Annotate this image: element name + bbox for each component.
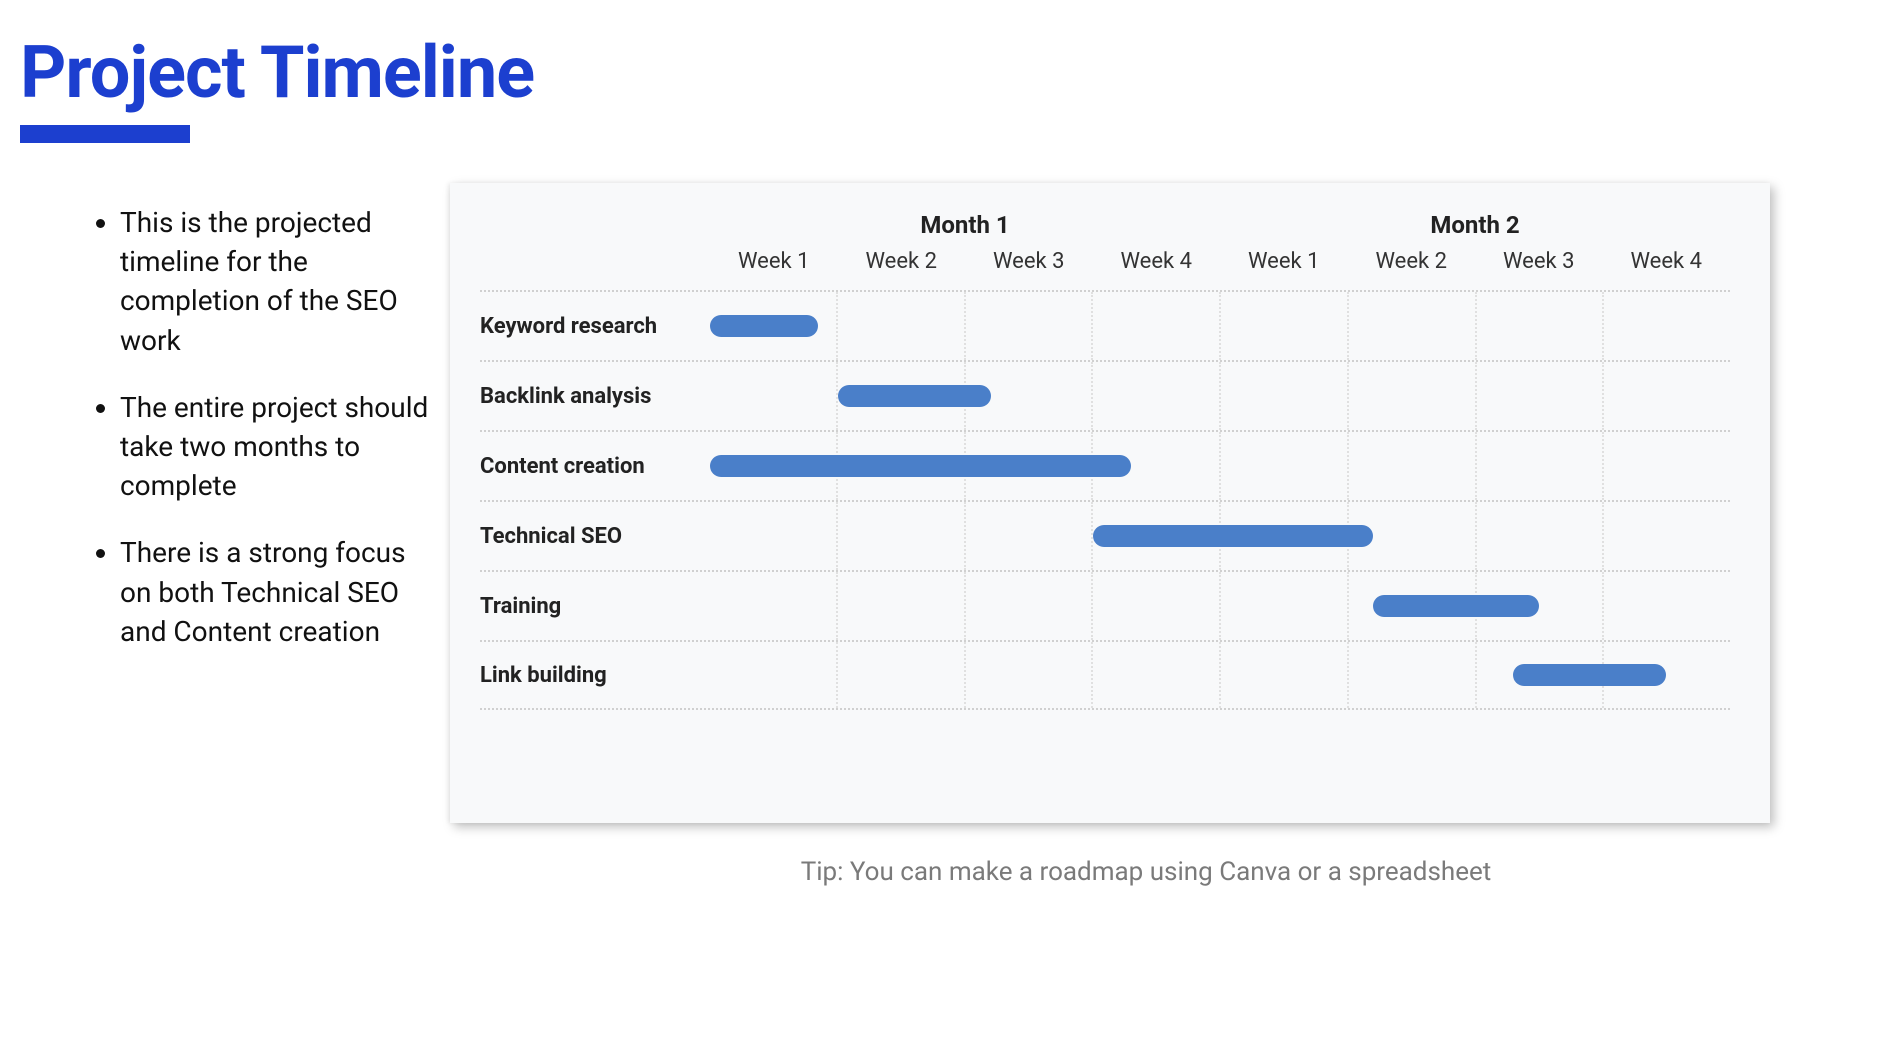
week-slot (1475, 502, 1603, 570)
content-row: This is the projected timeline for the c… (20, 183, 1842, 887)
week-slot (710, 642, 836, 708)
bullet-item: There is a strong focus on both Technica… (120, 533, 430, 651)
gantt-bar (710, 315, 818, 337)
gantt-body: Keyword research Backlink analysis Content… (480, 290, 1730, 710)
gantt-row: Training (480, 570, 1730, 640)
week-slot (836, 642, 964, 708)
gantt-row: Keyword research (480, 290, 1730, 360)
bar-area (710, 572, 1730, 640)
week-label: Week 1 (710, 249, 838, 284)
gantt-row: Link building (480, 640, 1730, 710)
month-label: Month 1 (710, 211, 1220, 249)
bar-area (710, 362, 1730, 430)
month-label: Month 2 (1220, 211, 1730, 249)
week-slot (836, 572, 964, 640)
week-slot (1219, 292, 1347, 360)
week-label: Week 1 (1220, 249, 1348, 284)
gantt-header-months: Month 1Week 1Week 2Week 3Week 4Month 2We… (710, 211, 1730, 284)
week-row: Week 1Week 2Week 3Week 4 (710, 249, 1220, 284)
week-slot (1602, 292, 1730, 360)
week-slot (1091, 292, 1219, 360)
week-slot (964, 642, 1092, 708)
week-label: Week 3 (1475, 249, 1603, 284)
week-slot (1475, 362, 1603, 430)
week-slot (964, 502, 1092, 570)
task-label: Training (480, 594, 710, 619)
week-slot (1347, 432, 1475, 500)
week-label: Week 4 (1093, 249, 1221, 284)
week-slot (836, 292, 964, 360)
title-underline (20, 125, 190, 143)
week-slot (1091, 642, 1219, 708)
gantt-row: Content creation (480, 430, 1730, 500)
week-slot (1347, 642, 1475, 708)
gantt-header: Month 1Week 1Week 2Week 3Week 4Month 2We… (480, 211, 1730, 284)
month-block: Month 2Week 1Week 2Week 3Week 4 (1220, 211, 1730, 284)
week-label: Week 2 (838, 249, 966, 284)
week-label: Week 3 (965, 249, 1093, 284)
week-row: Week 1Week 2Week 3Week 4 (1220, 249, 1730, 284)
task-label: Backlink analysis (480, 384, 710, 409)
week-slot (1602, 572, 1730, 640)
week-slot (1475, 432, 1603, 500)
gantt-bar (710, 455, 1131, 477)
gantt-chart: Month 1Week 1Week 2Week 3Week 4Month 2We… (480, 211, 1730, 795)
bullet-list-container: This is the projected timeline for the c… (20, 183, 430, 887)
page-title: Project Timeline (20, 30, 1842, 115)
bullet-list: This is the projected timeline for the c… (90, 203, 430, 651)
week-slot (710, 502, 836, 570)
week-slot (710, 572, 836, 640)
gantt-row: Backlink analysis (480, 360, 1730, 430)
month-block: Month 1Week 1Week 2Week 3Week 4 (710, 211, 1220, 284)
task-label: Content creation (480, 454, 710, 479)
task-label: Keyword research (480, 314, 710, 339)
week-slot (836, 502, 964, 570)
task-col-spacer (480, 211, 710, 284)
bar-area (710, 292, 1730, 360)
week-slot (1219, 572, 1347, 640)
week-slot (1219, 362, 1347, 430)
gantt-bar (1513, 664, 1666, 686)
gantt-row: Technical SEO (480, 500, 1730, 570)
week-slot (710, 362, 836, 430)
week-slot (1347, 362, 1475, 430)
chart-wrap: Month 1Week 1Week 2Week 3Week 4Month 2We… (450, 183, 1842, 887)
week-slot (1602, 502, 1730, 570)
bar-area (710, 502, 1730, 570)
week-slot (1347, 292, 1475, 360)
task-label: Link building (480, 663, 710, 688)
bar-area (710, 642, 1730, 708)
bullet-item: This is the projected timeline for the c… (120, 203, 430, 360)
gantt-bar (1373, 595, 1539, 617)
week-slot (1602, 362, 1730, 430)
slide: Project Timeline This is the projected t… (0, 0, 1882, 1062)
week-slot (1091, 572, 1219, 640)
task-label: Technical SEO (480, 524, 710, 549)
week-slot (1602, 432, 1730, 500)
week-slot (1091, 362, 1219, 430)
gantt-bar (838, 385, 991, 407)
bullet-item: The entire project should take two month… (120, 388, 430, 506)
week-label: Week 2 (1348, 249, 1476, 284)
week-slot (1219, 642, 1347, 708)
week-slot (964, 572, 1092, 640)
week-slot (964, 292, 1092, 360)
bar-area (710, 432, 1730, 500)
gantt-chart-card: Month 1Week 1Week 2Week 3Week 4Month 2We… (450, 183, 1770, 823)
tip-text: Tip: You can make a roadmap using Canva … (450, 857, 1842, 887)
week-label: Week 4 (1603, 249, 1731, 284)
gantt-bar (1093, 525, 1374, 547)
week-slot (1219, 432, 1347, 500)
week-slot (1475, 292, 1603, 360)
